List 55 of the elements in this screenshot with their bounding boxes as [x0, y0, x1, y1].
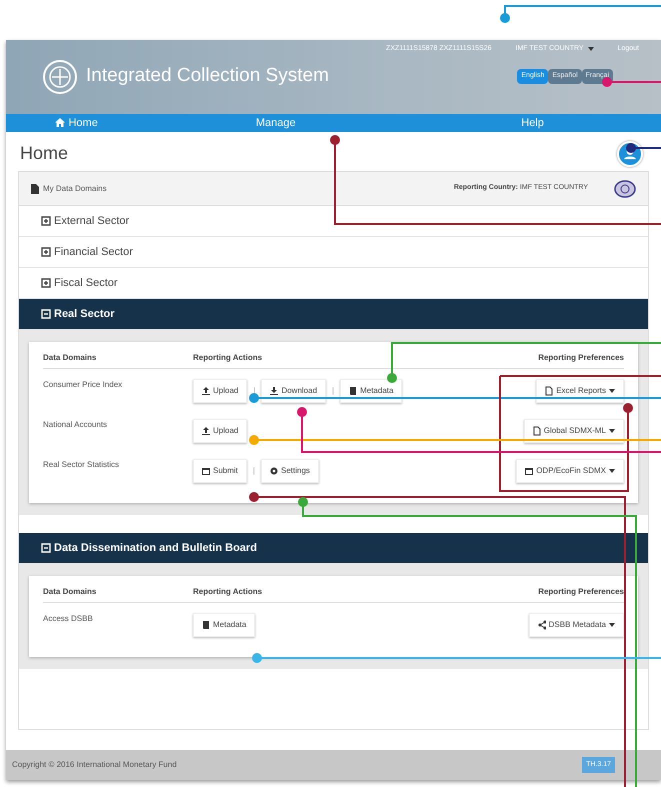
document-icon	[532, 426, 541, 436]
calendar-icon	[525, 466, 534, 476]
gear-icon	[270, 466, 278, 476]
app-title: Integrated Collection System	[86, 64, 329, 88]
share-icon	[538, 620, 546, 630]
download-icon	[270, 386, 278, 396]
leader-line	[602, 77, 661, 87]
panel-title: My Data Domains	[43, 182, 107, 194]
calendar-icon	[202, 466, 210, 476]
separator: |	[332, 385, 334, 397]
expand-icon	[41, 278, 51, 288]
preference-dropdown[interactable]: Global SDMX-ML	[524, 419, 624, 443]
book-icon	[202, 620, 210, 630]
collapse-icon	[41, 543, 51, 553]
sector-header[interactable]: Data Dissemination and Bulletin Board	[19, 533, 648, 564]
nav-link[interactable]: Home	[6, 114, 148, 132]
action-button[interactable]: Download	[261, 379, 326, 403]
expand-icon	[41, 247, 51, 257]
domain-name: Consumer Price Index	[43, 380, 122, 389]
action-button[interactable]: Upload	[193, 419, 248, 443]
domain-name: Access DSBB	[43, 614, 93, 623]
sector-header[interactable]: Real Sector	[19, 299, 648, 330]
nav-link[interactable]: Manage	[147, 114, 404, 132]
copyright-text: Copyright © 2016 International Monetary Fund	[12, 759, 177, 771]
column-header: Reporting Preferences	[538, 586, 624, 598]
column-header: Data Domains	[43, 587, 96, 596]
document-icon	[31, 184, 39, 194]
nav-link[interactable]: Help	[404, 114, 661, 132]
column-header: Reporting Preferences	[538, 352, 624, 364]
collapse-icon	[41, 309, 51, 319]
action-button[interactable]: Submit	[193, 459, 247, 483]
action-button[interactable]: Metadata	[340, 379, 402, 403]
action-button[interactable]: Upload	[193, 379, 248, 403]
home-icon	[55, 118, 66, 128]
book-icon	[349, 386, 358, 396]
action-button[interactable]: Settings	[260, 459, 319, 483]
column-header: Data Domains	[43, 353, 96, 362]
sector-header[interactable]: External Sector	[19, 206, 648, 237]
column-header: Reporting Actions	[193, 586, 262, 598]
preference-dropdown[interactable]: Excel Reports	[536, 379, 624, 403]
expand-icon	[41, 216, 51, 226]
page-title: Home	[20, 142, 68, 165]
sector-header[interactable]: Financial Sector	[19, 237, 648, 268]
preference-dropdown[interactable]: DSBB Metadata	[528, 613, 624, 637]
separator: |	[252, 465, 255, 477]
preference-dropdown[interactable]: ODP/EcoFin SDMX	[516, 459, 624, 483]
action-button[interactable]: Metadata	[193, 613, 256, 637]
emblem-logo	[42, 58, 78, 94]
column-header: Reporting Actions	[193, 352, 262, 364]
emblem-logo	[614, 180, 636, 198]
domain-name: National Accounts	[43, 420, 108, 429]
upload-icon	[202, 386, 210, 396]
domain-name: Real Sector Statistics	[43, 460, 120, 469]
document-icon	[545, 386, 554, 396]
upload-icon	[202, 426, 210, 436]
